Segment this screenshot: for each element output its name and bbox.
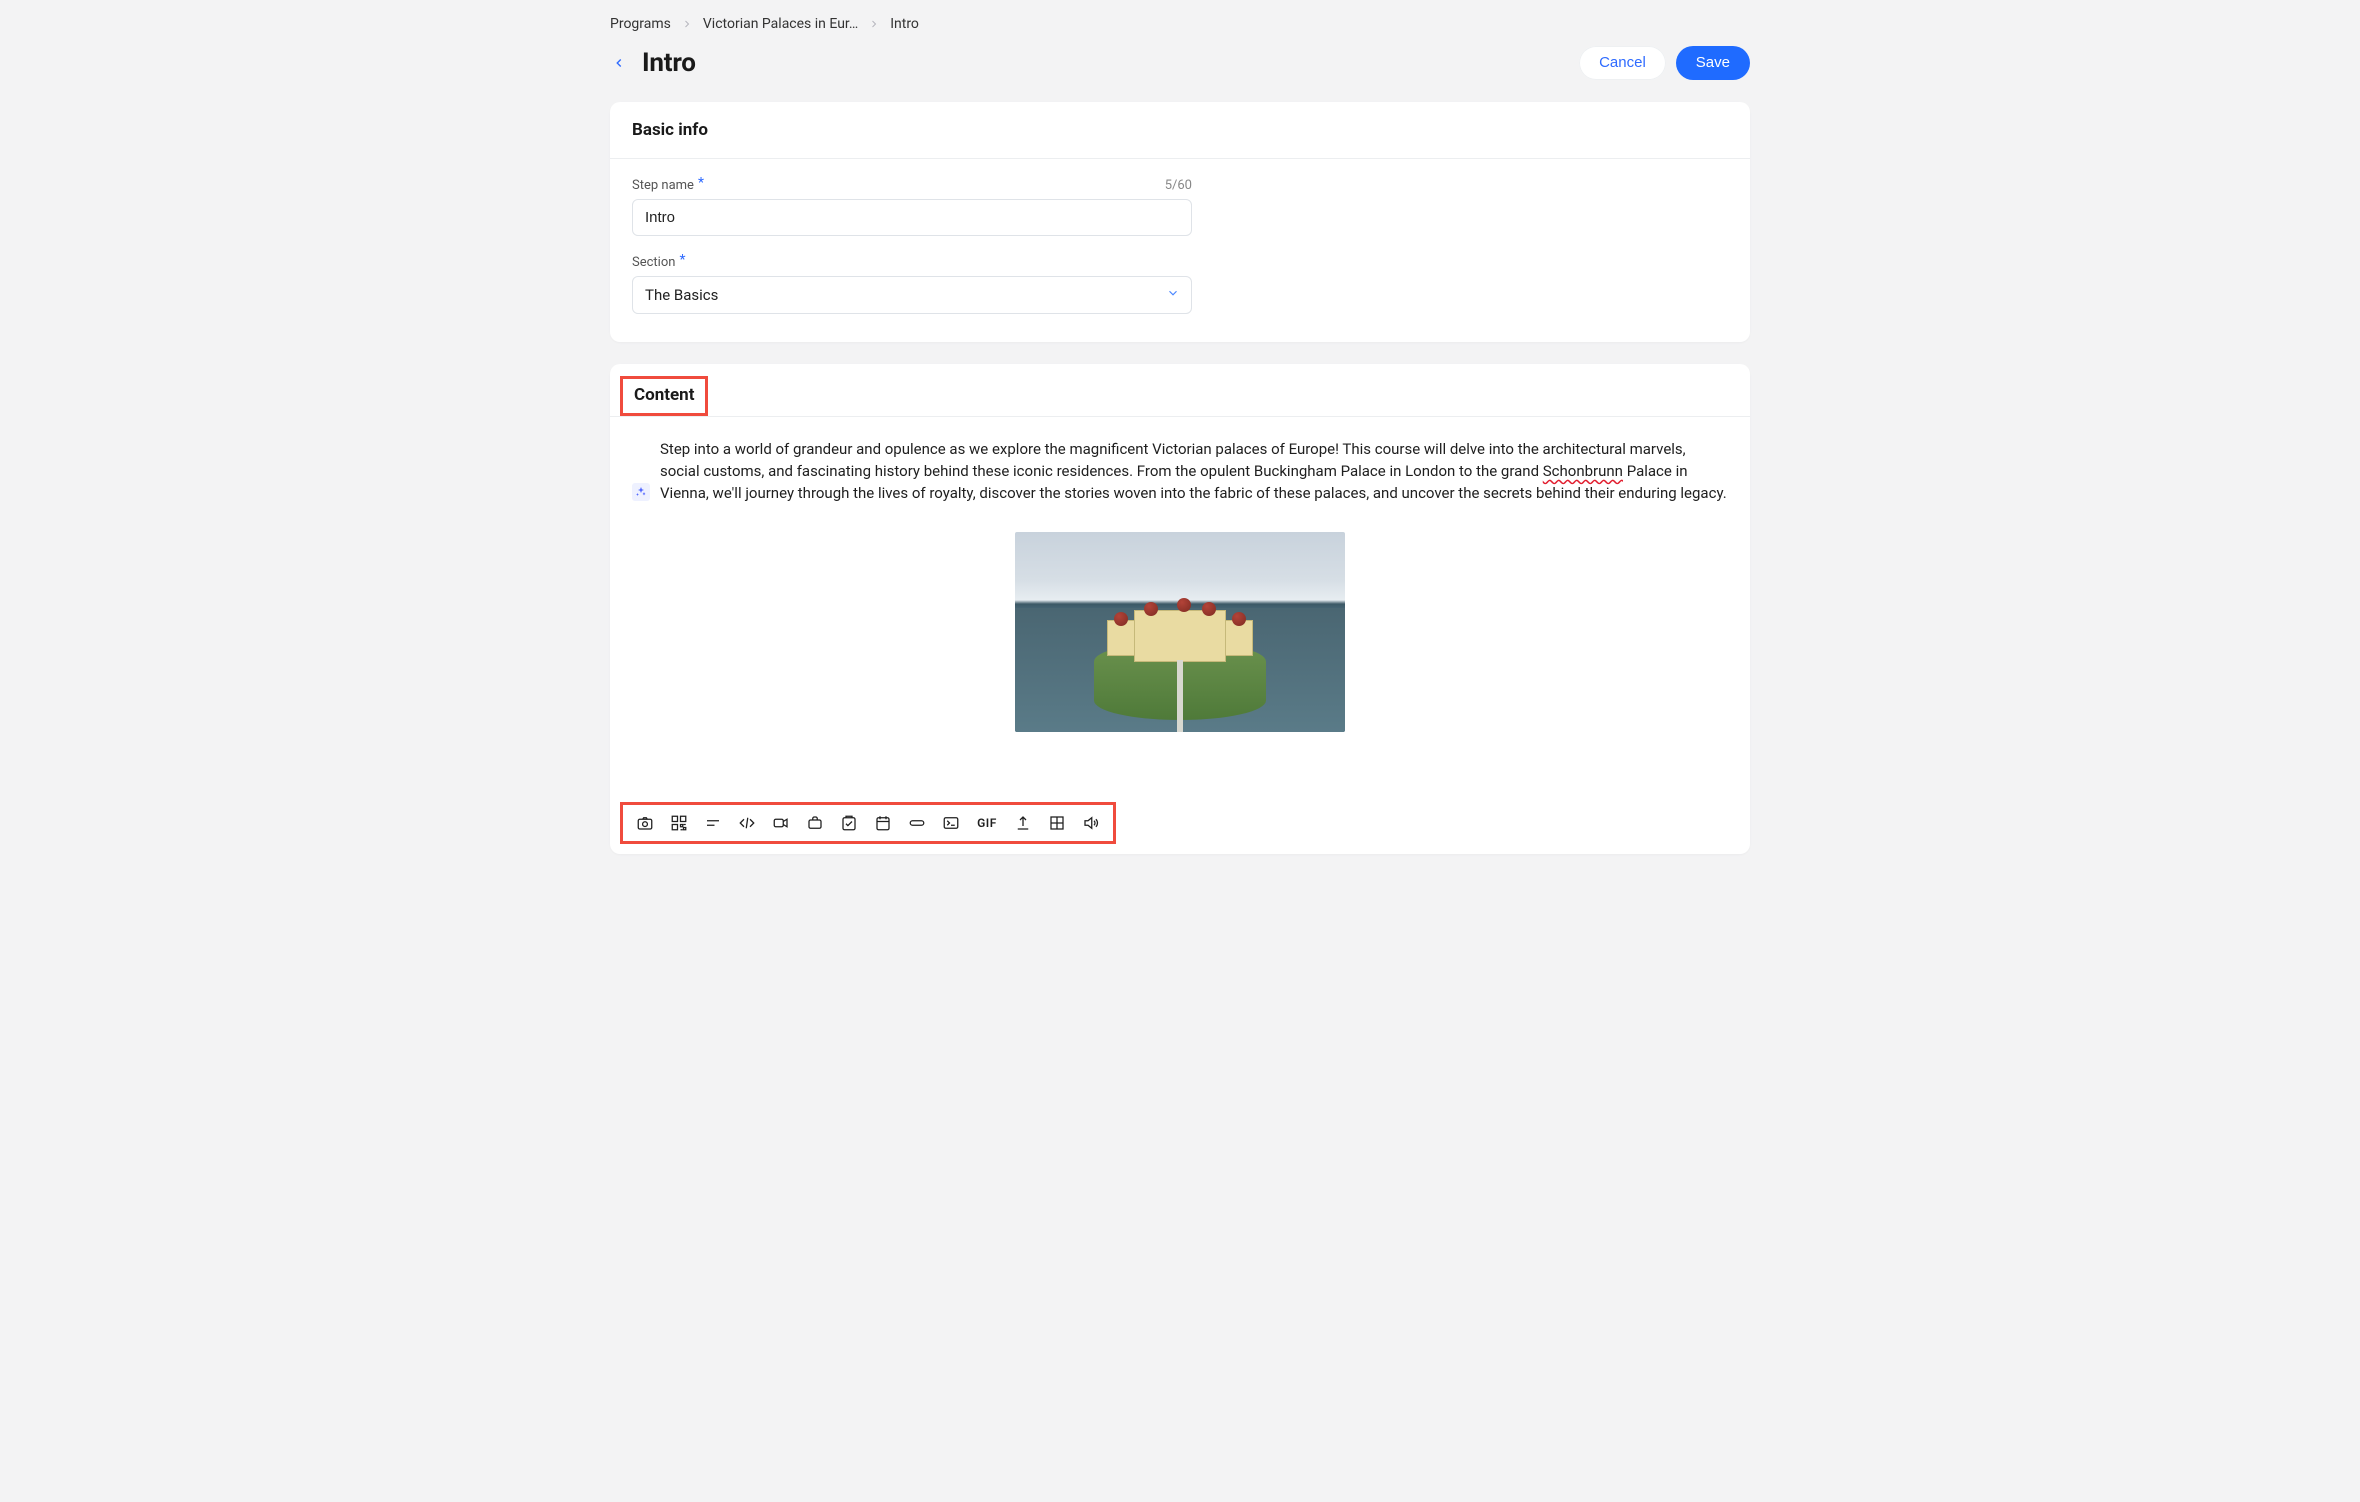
step-name-counter: 5/60 — [1165, 178, 1192, 193]
required-marker: * — [679, 252, 685, 268]
editor-area[interactable]: Step into a world of grandeur and opulen… — [610, 417, 1750, 802]
step-name-label: Step name — [632, 178, 694, 193]
section-select[interactable]: The Basics — [632, 276, 1192, 314]
breadcrumb-item-programs[interactable]: Programs — [610, 16, 671, 32]
calendar-icon[interactable] — [869, 811, 897, 835]
sparkle-icon[interactable] — [632, 483, 650, 501]
cancel-button[interactable]: Cancel — [1579, 46, 1666, 80]
terminal-icon[interactable] — [937, 811, 965, 835]
page-header: Intro Cancel Save — [610, 44, 1750, 88]
gif-icon[interactable]: GIF — [971, 811, 1003, 835]
paragraph-pre: Step into a world of grandeur and opulen… — [660, 440, 1686, 480]
chevron-right-icon — [868, 18, 880, 30]
content-card: Content Step into a world of grandeur an… — [610, 364, 1750, 854]
content-image[interactable] — [632, 532, 1728, 732]
editor-paragraph[interactable]: Step into a world of grandeur and opulen… — [660, 439, 1728, 504]
editor-toolbar: GIF — [620, 802, 1116, 844]
qr-icon[interactable] — [665, 811, 693, 835]
section-label: Section — [632, 255, 675, 270]
breadcrumb: Programs Victorian Palaces in Eur… Intro — [610, 14, 1750, 44]
video-icon[interactable] — [767, 811, 795, 835]
briefcase-icon[interactable] — [801, 811, 829, 835]
link-icon[interactable] — [903, 811, 931, 835]
chevron-right-icon — [681, 18, 693, 30]
checklist-icon[interactable] — [835, 811, 863, 835]
required-marker: * — [698, 175, 704, 191]
audio-icon[interactable] — [1077, 811, 1105, 835]
save-button[interactable]: Save — [1676, 46, 1750, 80]
back-button[interactable] — [610, 52, 628, 74]
line-icon[interactable] — [699, 811, 727, 835]
basic-info-heading: Basic info — [610, 102, 1750, 159]
content-heading: Content — [620, 376, 708, 416]
code-icon[interactable] — [733, 811, 761, 835]
spellcheck-word[interactable]: Schonbrunn — [1543, 462, 1623, 480]
camera-icon[interactable] — [631, 811, 659, 835]
step-name-input[interactable] — [632, 199, 1192, 236]
basic-info-card: Basic info Step name * 5/60 Section — [610, 102, 1750, 342]
grid-icon[interactable] — [1043, 811, 1071, 835]
breadcrumb-item-course[interactable]: Victorian Palaces in Eur… — [703, 16, 858, 32]
page-title: Intro — [642, 48, 696, 78]
breadcrumb-item-step[interactable]: Intro — [890, 16, 919, 32]
upload-icon[interactable] — [1009, 811, 1037, 835]
